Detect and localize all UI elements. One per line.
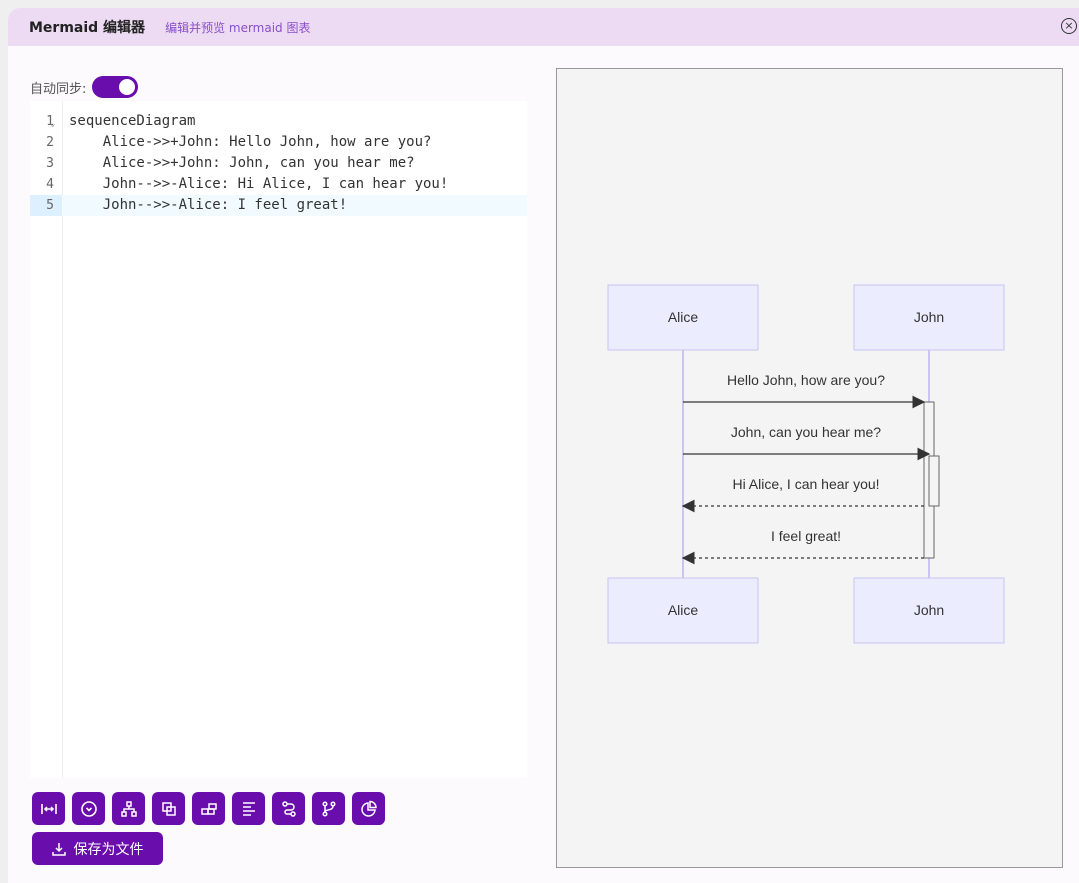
header: Mermaid 编辑器 编辑并预览 mermaid 图表 × [8, 8, 1079, 46]
auto-sync: 自动同步: [30, 76, 139, 98]
close-icon[interactable]: × [1061, 18, 1077, 34]
pie-icon[interactable] [352, 792, 385, 825]
line-number: 2 [46, 135, 54, 150]
line-number: 4 [46, 177, 54, 192]
code-line[interactable]: 2 Alice->>+John: Hello John, how are you… [30, 132, 527, 153]
page-subtitle: 编辑并预览 mermaid 图表 [165, 20, 311, 35]
line-number: 5 [30, 195, 62, 216]
line-number: 3 [46, 156, 54, 171]
code-text: John-->>-Alice: I feel great! [69, 197, 348, 213]
code-line[interactable]: 5 John-->>-Alice: I feel great! [30, 195, 527, 216]
participant-label: Alice [668, 602, 699, 618]
save-label: 保存为文件 [73, 841, 144, 858]
participant-label: John [914, 602, 944, 618]
mermaid-editor-panel: Mermaid 编辑器 编辑并预览 mermaid 图表 × 自动同步: 1 ⌄ s… [8, 8, 1079, 883]
diagram-type-toolbar [32, 792, 385, 825]
diagram-preview: Alice Alice John John Hello John, how are yo… [556, 68, 1063, 868]
activation-bar [928, 455, 940, 507]
journey-icon[interactable] [272, 792, 305, 825]
message-label: Hi Alice, I can hear you! [732, 476, 879, 492]
flowchart-icon[interactable] [112, 792, 145, 825]
code-line[interactable]: 1 ⌄ sequenceDiagram [30, 111, 527, 132]
code-text: John-->>-Alice: Hi Alice, I can hear you… [69, 176, 449, 192]
git-icon[interactable] [312, 792, 345, 825]
sequence-diagram: Alice Alice John John Hello John, how are yo… [607, 284, 1005, 644]
code-text: Alice->>+John: Hello John, how are you? [69, 134, 432, 150]
code-line[interactable]: 3 Alice->>+John: John, can you hear me? [30, 153, 527, 174]
code-text: Alice->>+John: John, can you hear me? [69, 155, 415, 171]
message-label: John, can you hear me? [731, 424, 881, 440]
er-icon[interactable] [192, 792, 225, 825]
message-label: I feel great! [771, 528, 841, 544]
code-line[interactable]: 4 John-->>-Alice: Hi Alice, I can hear y… [30, 174, 527, 195]
message-label: Hello John, how are you? [727, 372, 885, 388]
auto-sync-toggle[interactable] [92, 76, 139, 98]
page-title: Mermaid 编辑器 [29, 20, 146, 36]
download-icon [51, 842, 66, 856]
state-icon[interactable] [72, 792, 105, 825]
sequence-icon[interactable] [32, 792, 65, 825]
participant-label: John [914, 309, 944, 325]
auto-sync-label: 自动同步: [30, 81, 87, 97]
gantt-icon[interactable] [232, 792, 265, 825]
participant-label: Alice [668, 309, 699, 325]
code-editor[interactable]: 1 ⌄ sequenceDiagram 2 Alice->>+John: Hello … [30, 101, 527, 778]
code-text: sequenceDiagram [69, 113, 196, 129]
class-icon[interactable] [152, 792, 185, 825]
save-to-file-button[interactable]: 保存为文件 [32, 832, 163, 865]
